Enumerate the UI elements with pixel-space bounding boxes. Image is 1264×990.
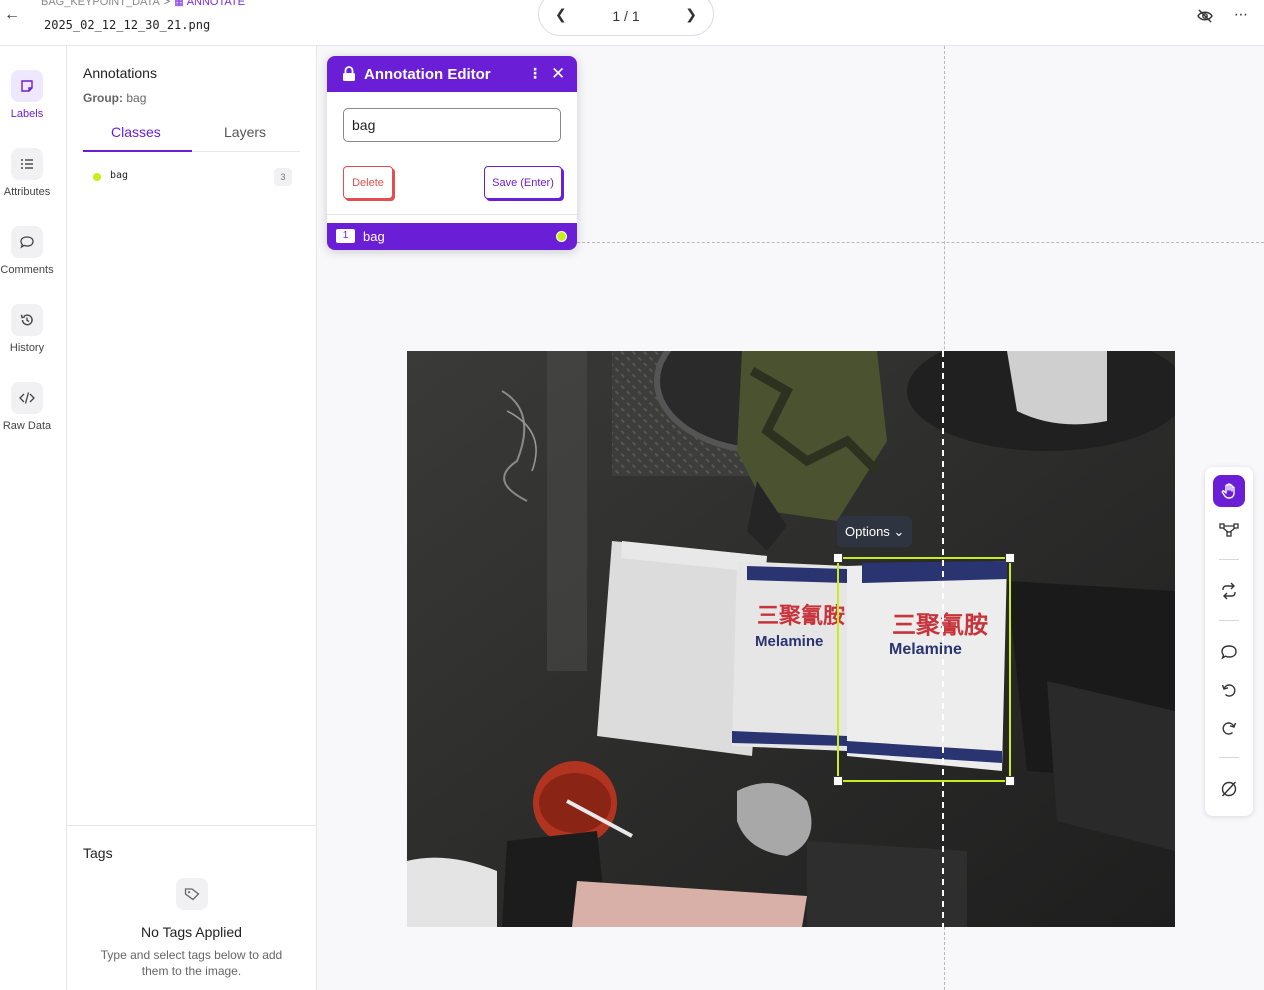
class-name: bag	[110, 170, 129, 181]
list-icon	[11, 148, 43, 180]
chevron-right-icon[interactable]: ❯	[685, 6, 697, 23]
editor-layer-item[interactable]: 1 bag	[327, 223, 577, 250]
toolbar-divider	[1219, 757, 1239, 758]
hide-annotations-button[interactable]	[1213, 773, 1245, 805]
rail-label-labels: Labels	[10, 108, 44, 120]
comment-icon	[1221, 645, 1237, 660]
top-bar: ← BAG_KEYPOINT_DATA > ▦ ANNOTATE 2025_02_12…	[0, 0, 1264, 46]
right-toolbar	[1205, 467, 1253, 816]
class-count-badge: 3	[274, 168, 292, 186]
label-icon	[11, 70, 43, 102]
resize-handle-top-left[interactable]	[833, 553, 843, 563]
group-info: Group: bag	[83, 91, 146, 105]
code-icon	[11, 382, 43, 414]
comment-tool[interactable]	[1213, 636, 1245, 668]
layer-color-dot	[556, 231, 567, 242]
graph-icon	[1219, 523, 1239, 537]
active-tab-indicator	[83, 150, 192, 152]
rail-label-comments: Comments	[0, 264, 54, 276]
hand-tool[interactable]	[1213, 475, 1245, 507]
bounding-box-bag[interactable]	[833, 553, 1015, 786]
resize-handle-top-right[interactable]	[1005, 553, 1015, 563]
breadcrumb-annotate-label: ANNOTATE	[186, 0, 245, 8]
more-horizontal-icon[interactable]: ⋯	[1234, 6, 1249, 23]
options-label: Options	[845, 524, 890, 539]
left-rail: Labels Attributes Comments History Raw D…	[0, 46, 67, 990]
breadcrumb-annotate[interactable]: ▦ ANNOTATE	[174, 0, 245, 8]
annotation-editor: Annotation Editor ⋮ ✕ Delete Save (Enter…	[327, 56, 577, 250]
rail-item-history[interactable]: History	[0, 304, 67, 368]
panel-tabs: Classes Layers	[83, 116, 300, 152]
class-item-bag[interactable]: bag 3	[83, 164, 300, 190]
tab-classes[interactable]: Classes	[111, 124, 161, 140]
undo-button[interactable]	[1213, 674, 1245, 706]
resize-handle-bottom-left[interactable]	[833, 776, 843, 786]
tag-icon	[176, 878, 208, 910]
delete-button[interactable]: Delete	[343, 166, 393, 199]
history-icon	[11, 304, 43, 336]
file-name: 2025_02_12_12_30_21.png	[44, 18, 211, 32]
toolbar-divider	[1219, 559, 1239, 560]
annotated-image[interactable]: 三聚氰胺 Melamine 三聚氰胺 Melamine	[407, 351, 1175, 927]
tab-layers[interactable]: Layers	[224, 124, 266, 140]
layer-number: 1	[336, 229, 355, 243]
editor-header[interactable]: Annotation Editor ⋮ ✕	[327, 56, 577, 92]
image-content: 三聚氰胺 Melamine 三聚氰胺 Melamine	[407, 351, 1175, 927]
options-button[interactable]: Options ⌄	[837, 516, 912, 547]
rail-label-attributes: Attributes	[3, 186, 51, 198]
tags-section: Tags No Tags Applied Type and select tag…	[67, 825, 316, 990]
back-arrow-icon[interactable]: ←	[4, 5, 20, 25]
rail-label-history: History	[9, 342, 45, 354]
breadcrumb-separator: >	[163, 0, 171, 8]
editor-divider	[327, 214, 577, 215]
toolbar-divider	[1219, 620, 1239, 621]
tags-title: Tags	[83, 845, 113, 861]
svg-text:三聚氰胺: 三聚氰胺	[757, 603, 845, 629]
no-tags-description: Type and select tags below to add them t…	[100, 948, 283, 978]
resize-handle-bottom-right[interactable]	[1005, 776, 1015, 786]
annotations-panel: Annotations Group: bag Classes Layers ba…	[67, 46, 317, 990]
layer-name: bag	[363, 229, 385, 244]
breadcrumb: BAG_KEYPOINT_DATA > ▦ ANNOTATE	[41, 0, 245, 8]
class-color-dot	[93, 173, 101, 181]
class-name-input[interactable]	[343, 108, 561, 142]
save-button[interactable]: Save (Enter)	[484, 166, 562, 199]
rail-item-labels[interactable]: Labels	[0, 70, 67, 134]
hide-icon	[1221, 781, 1237, 797]
group-value: bag	[126, 91, 147, 105]
chevron-down-icon: ⌄	[893, 524, 905, 539]
breadcrumb-project[interactable]: BAG_KEYPOINT_DATA	[41, 0, 160, 8]
eye-off-icon[interactable]	[1197, 8, 1213, 24]
rail-item-attributes[interactable]: Attributes	[0, 148, 67, 212]
group-label: Group:	[83, 91, 123, 105]
panel-title: Annotations	[83, 65, 157, 81]
hand-icon	[1221, 483, 1235, 499]
repeat-icon	[1222, 582, 1236, 600]
keypoint-graph-tool[interactable]	[1213, 514, 1245, 546]
image-pager: ❮ 1 / 1 ❯	[538, 0, 714, 36]
undo-icon	[1221, 684, 1236, 697]
rail-label-raw-data: Raw Data	[2, 420, 52, 432]
horizontal-guide-line	[577, 242, 1264, 243]
cycle-tool[interactable]	[1213, 575, 1245, 607]
close-icon[interactable]: ✕	[551, 64, 565, 84]
redo-button[interactable]	[1213, 712, 1245, 744]
rail-item-comments[interactable]: Comments	[0, 226, 67, 290]
rail-item-raw-data[interactable]: Raw Data	[0, 382, 67, 446]
annotate-icon: ▦	[174, 0, 184, 8]
more-vertical-icon[interactable]: ⋮	[528, 65, 542, 82]
no-tags-title: No Tags Applied	[141, 924, 242, 940]
redo-icon	[1222, 722, 1237, 735]
comment-icon	[11, 226, 43, 258]
editor-title: Annotation Editor	[364, 66, 491, 83]
lock-icon[interactable]	[342, 66, 356, 82]
svg-text:Melamine: Melamine	[755, 633, 823, 650]
